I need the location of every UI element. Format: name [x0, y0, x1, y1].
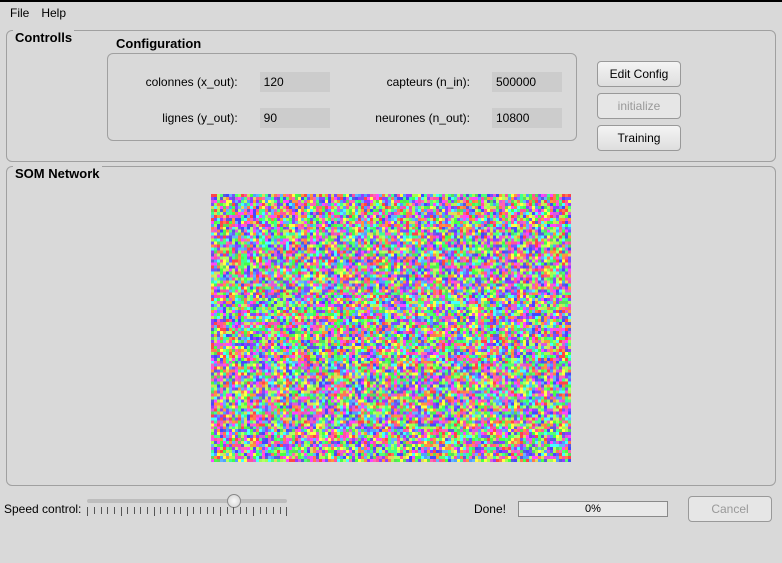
progress-bar-text: 0%	[519, 502, 667, 516]
initialize-button: initialize	[597, 93, 681, 119]
configuration-group: Configuration colonnes (x_out): capteurs…	[107, 53, 577, 141]
progress-bar: 0%	[518, 501, 668, 517]
controls-panel-title: Controlls	[13, 30, 74, 45]
speed-slider-ticks	[87, 507, 287, 517]
speed-slider[interactable]	[87, 499, 287, 503]
menu-bar: File Help	[0, 2, 782, 26]
controls-panel: Controlls Configuration colonnes (x_out)…	[6, 30, 776, 162]
n-out-field	[492, 108, 562, 128]
menu-file[interactable]: File	[6, 4, 33, 22]
x-out-label: colonnes (x_out):	[122, 75, 238, 89]
speed-control-label: Speed control:	[4, 502, 81, 516]
n-in-label: capteurs (n_in):	[352, 75, 470, 89]
menu-help[interactable]: Help	[37, 4, 70, 22]
speed-slider-wrap	[87, 497, 287, 521]
configuration-title: Configuration	[114, 36, 203, 51]
y-out-label: lignes (y_out):	[122, 111, 238, 125]
training-button[interactable]: Training	[597, 125, 681, 151]
y-out-field	[260, 108, 330, 128]
cancel-button: Cancel	[688, 496, 772, 522]
x-out-field	[260, 72, 330, 92]
bottom-bar: Speed control: Done! 0% Cancel	[0, 490, 782, 528]
edit-config-button[interactable]: Edit Config	[597, 61, 681, 87]
n-in-field	[492, 72, 562, 92]
action-button-stack: Edit Config initialize Training	[597, 61, 681, 151]
som-network-title: SOM Network	[13, 166, 102, 181]
done-label: Done!	[474, 502, 506, 516]
n-out-label: neurones (n_out):	[352, 111, 470, 125]
som-network-panel: SOM Network	[6, 166, 776, 486]
som-network-canvas	[211, 194, 571, 462]
